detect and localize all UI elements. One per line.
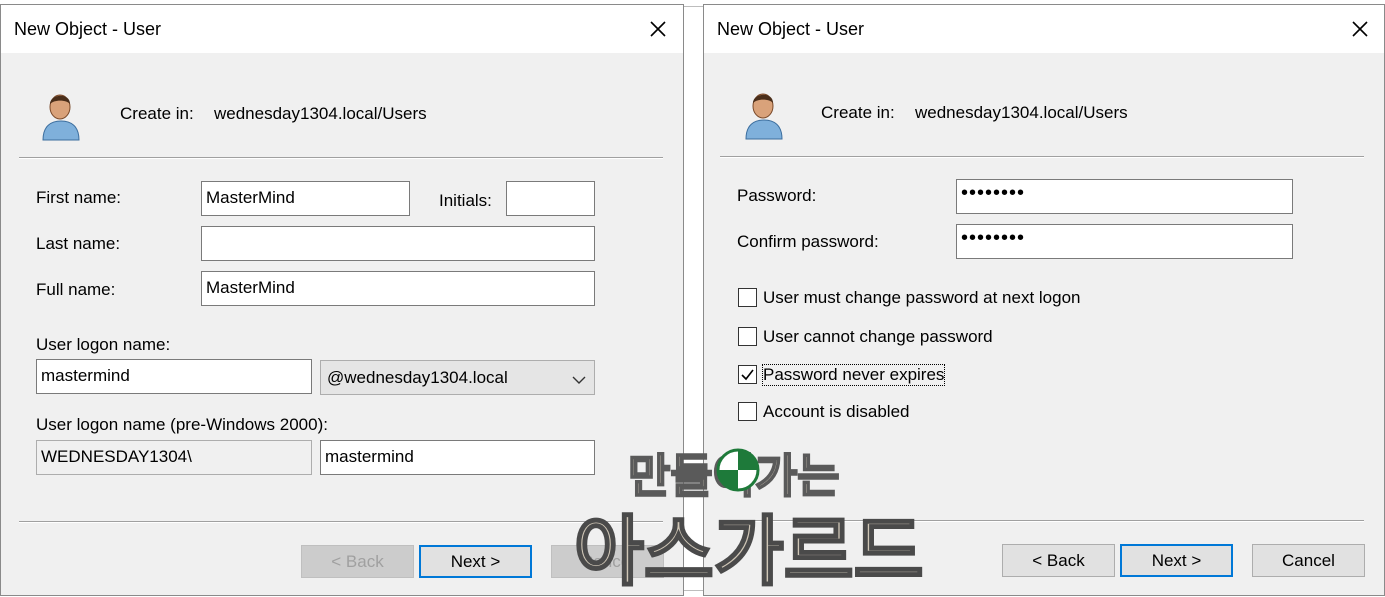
chevron-down-icon [572, 371, 586, 384]
last-name-field[interactable] [201, 226, 595, 261]
upn-suffix-value: @wednesday1304.local [327, 368, 508, 387]
last-name-label: Last name: [36, 234, 121, 253]
close-icon[interactable] [1345, 14, 1375, 44]
checkmark-icon [741, 369, 754, 381]
create-in-label: Create in: [120, 104, 194, 123]
dialog-title: New Object - User [14, 19, 162, 39]
create-in-label: Create in: [821, 103, 895, 122]
full-name-field[interactable]: MasterMind [201, 271, 595, 306]
next-button[interactable]: Next > [419, 545, 532, 578]
create-in-path: wednesday1304.local/Users [214, 104, 427, 123]
new-user-dialog-password-page: New Object - User Create in: wednesday13… [703, 4, 1385, 596]
pre2000-logon-field[interactable]: mastermind [320, 440, 595, 475]
pre2000-logon-label: User logon name (pre-Windows 2000): [36, 415, 328, 434]
cancel-button[interactable]: Cancel [551, 545, 664, 578]
back-button[interactable]: < Back [301, 545, 414, 578]
initials-field[interactable] [506, 181, 595, 216]
title-bar: New Object - User [1, 5, 683, 53]
full-name-label: Full name: [36, 280, 116, 299]
account-disabled-label[interactable]: Account is disabled [763, 402, 909, 422]
confirm-password-field[interactable]: •••••••• [956, 224, 1293, 259]
separator [19, 157, 663, 159]
next-button[interactable]: Next > [1120, 544, 1233, 577]
create-in-path: wednesday1304.local/Users [915, 103, 1128, 122]
password-label: Password: [737, 186, 817, 205]
logon-name-field[interactable]: mastermind [36, 359, 312, 394]
cannot-change-password-label[interactable]: User cannot change password [763, 327, 993, 347]
initials-label: Initials: [439, 191, 492, 210]
first-name-field[interactable]: MasterMind [201, 181, 410, 216]
logon-name-label: User logon name: [36, 335, 171, 354]
separator [720, 156, 1364, 158]
password-never-expires-checkbox[interactable] [738, 365, 757, 384]
separator [720, 520, 1364, 522]
new-user-dialog-name-page: New Object - User Create in: wednesday13… [0, 4, 684, 596]
user-icon [742, 87, 786, 141]
account-disabled-checkbox[interactable] [738, 402, 757, 421]
first-name-label: First name: [36, 188, 122, 207]
upn-suffix-dropdown[interactable]: @wednesday1304.local [320, 360, 595, 395]
back-button[interactable]: < Back [1002, 544, 1115, 577]
password-field[interactable]: •••••••• [956, 179, 1293, 214]
title-bar: New Object - User [704, 5, 1384, 53]
cannot-change-password-checkbox[interactable] [738, 327, 757, 346]
separator [19, 521, 663, 523]
must-change-password-label[interactable]: User must change password at next logon [763, 288, 1081, 308]
dialog-title: New Object - User [717, 19, 865, 39]
must-change-password-checkbox[interactable] [738, 288, 757, 307]
user-icon [39, 88, 83, 142]
confirm-password-label: Confirm password: [737, 232, 879, 251]
pre2000-domain-field: WEDNESDAY1304\ [36, 440, 312, 475]
password-never-expires-label[interactable]: Password never expires [761, 364, 946, 386]
cancel-button[interactable]: Cancel [1252, 544, 1365, 577]
close-icon[interactable] [643, 14, 673, 44]
